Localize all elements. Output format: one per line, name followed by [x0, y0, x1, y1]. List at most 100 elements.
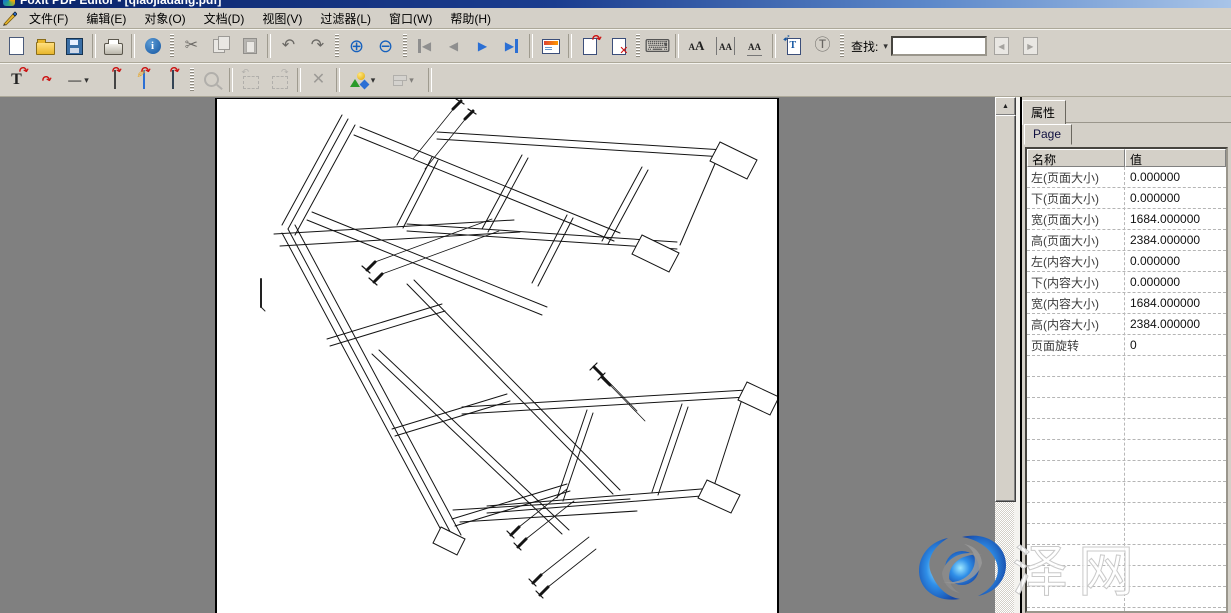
menu-edit[interactable]: 编辑(E)	[77, 8, 135, 29]
separator	[131, 34, 135, 58]
separator	[336, 68, 340, 92]
info-icon: i	[145, 38, 161, 54]
text-tool-button[interactable]: Ⓣ	[808, 32, 837, 60]
column-header-name[interactable]: 名称	[1027, 149, 1125, 167]
rotate-right-button[interactable]: ↷	[265, 66, 294, 94]
save-button[interactable]	[60, 32, 89, 60]
pdf-page[interactable]	[215, 98, 779, 613]
find-next-button[interactable]: ▶	[1016, 32, 1045, 60]
last-page-button[interactable]: ▶	[497, 32, 526, 60]
add-text-button[interactable]: T↷	[2, 66, 31, 94]
property-row[interactable]: 宽(页面大小)1684.000000	[1027, 209, 1226, 230]
document-menu-icon[interactable]	[2, 11, 17, 26]
menu-file[interactable]: 文件(F)	[20, 8, 77, 29]
font-size-button[interactable]: AA	[682, 32, 711, 60]
toolbar-object: T↷ ↷ —▾ ↷ ↷ ↷ ↶ ↷ ✕ ▾ ▾	[0, 63, 1231, 97]
empty-property-row	[1027, 545, 1226, 566]
menu-object[interactable]: 对象(O)	[135, 8, 194, 29]
property-row[interactable]: 左(页面大小)0.000000	[1027, 167, 1226, 188]
toolbar-grip[interactable]	[170, 34, 174, 58]
empty-property-row	[1027, 524, 1226, 545]
property-row[interactable]: 下(内容大小)0.000000	[1027, 272, 1226, 293]
toolbar-main: i ✂ ↶ ↷ ⊕ ⊖ ◀ ◀ ▶ ▶ ↷ ✕ ⌨ AA AA AA T➹ Ⓣ …	[0, 29, 1231, 63]
toolbar-grip[interactable]	[636, 34, 640, 58]
properties-caption-row: 属性	[1022, 100, 1231, 123]
menu-filter[interactable]: 过滤器(L)	[311, 8, 380, 29]
delete-object-button[interactable]: ✕	[304, 66, 333, 94]
edit-image-icon: ↷	[143, 71, 145, 89]
undo-button[interactable]: ↶	[274, 32, 303, 60]
property-row[interactable]: 宽(内容大小)1684.000000	[1027, 293, 1226, 314]
shading-button[interactable]: ↷	[100, 66, 129, 94]
property-row[interactable]: 左(内容大小)0.000000	[1027, 251, 1226, 272]
properties-tabs: Page	[1022, 124, 1231, 145]
application-window: { "window": { "title": "Foxit PDF Editor…	[0, 0, 1231, 608]
select-edit-button[interactable]	[197, 66, 226, 94]
edit-image-button[interactable]: ↷	[129, 66, 158, 94]
insert-text-icon: T➹	[787, 38, 801, 55]
spacing-icon: AA	[747, 37, 762, 56]
scrollbar-thumb[interactable]	[995, 115, 1016, 502]
property-row[interactable]: 下(页面大小)0.000000	[1027, 188, 1226, 209]
print-button[interactable]	[99, 32, 128, 60]
document-info-button[interactable]: i	[138, 32, 167, 60]
previous-page-icon: ◀	[449, 39, 458, 53]
toolbar-grip[interactable]	[335, 34, 339, 58]
find-previous-button[interactable]: ◀	[987, 32, 1016, 60]
menu-help[interactable]: 帮助(H)	[441, 8, 500, 29]
copy-button[interactable]	[206, 32, 235, 60]
new-document-button[interactable]	[2, 32, 31, 60]
page-thumbnails-button[interactable]	[536, 32, 565, 60]
align-objects-button[interactable]: ▾	[385, 66, 425, 94]
rotate-page-button[interactable]: ↷	[575, 32, 604, 60]
find-history-dropdown[interactable]: ▾	[880, 41, 891, 52]
insert-text-button[interactable]: T➹	[779, 32, 808, 60]
property-row[interactable]: 页面旋转0	[1027, 335, 1226, 356]
line-style-button[interactable]: —▾	[60, 66, 100, 94]
kerning-button[interactable]: AA	[711, 32, 740, 60]
tab-page[interactable]: Page	[1024, 124, 1072, 145]
menu-document[interactable]: 文档(D)	[195, 8, 254, 29]
separator	[229, 68, 233, 92]
column-header-value[interactable]: 值	[1125, 149, 1226, 167]
menu-view[interactable]: 视图(V)	[253, 8, 311, 29]
find-next-icon: ▶	[1023, 37, 1038, 55]
delete-page-icon: ✕	[612, 38, 626, 55]
insert-shapes-button[interactable]: ▾	[343, 66, 385, 94]
circled-t-icon: Ⓣ	[814, 38, 830, 54]
toolbar-grip[interactable]	[403, 34, 407, 58]
menu-window[interactable]: 窗口(W)	[380, 8, 441, 29]
insert-image-button[interactable]: ↷	[158, 66, 187, 94]
keyboard-button[interactable]: ⌨	[643, 32, 672, 60]
menu-bar: 文件(F) 编辑(E) 对象(O) 文档(D) 视图(V) 过滤器(L) 窗口(…	[0, 8, 1231, 29]
first-page-button[interactable]: ◀	[410, 32, 439, 60]
previous-page-button[interactable]: ◀	[439, 32, 468, 60]
empty-property-row	[1027, 356, 1226, 377]
scroll-up-button[interactable]: ▲	[995, 97, 1016, 116]
property-row[interactable]: 高(页面大小)2384.000000	[1027, 230, 1226, 251]
open-file-button[interactable]	[31, 32, 60, 60]
find-input[interactable]	[891, 36, 987, 56]
spacing-button[interactable]: AA	[740, 32, 769, 60]
rotate-left-button[interactable]: ↶	[236, 66, 265, 94]
vertical-scrollbar[interactable]: ▲	[995, 97, 1014, 613]
zoom-out-button[interactable]: ⊖	[371, 32, 400, 60]
toolbar-grip[interactable]	[190, 68, 194, 92]
property-row[interactable]: 高(内容大小)2384.000000	[1027, 314, 1226, 335]
empty-property-row	[1027, 482, 1226, 503]
toolbar-grip[interactable]	[840, 34, 844, 58]
separator	[675, 34, 679, 58]
empty-property-row	[1027, 587, 1226, 608]
color-picker-button[interactable]: ↷	[31, 66, 60, 94]
delete-page-button[interactable]: ✕	[604, 32, 633, 60]
undo-icon: ↶	[282, 38, 295, 54]
find-label: 查找:	[851, 38, 878, 55]
zoom-in-button[interactable]: ⊕	[342, 32, 371, 60]
paste-button[interactable]	[235, 32, 264, 60]
cut-icon: ✂	[185, 38, 198, 54]
redo-button[interactable]: ↷	[303, 32, 332, 60]
next-page-button[interactable]: ▶	[468, 32, 497, 60]
document-workspace[interactable]	[0, 97, 995, 613]
cut-button[interactable]: ✂	[177, 32, 206, 60]
app-icon	[3, 0, 15, 6]
